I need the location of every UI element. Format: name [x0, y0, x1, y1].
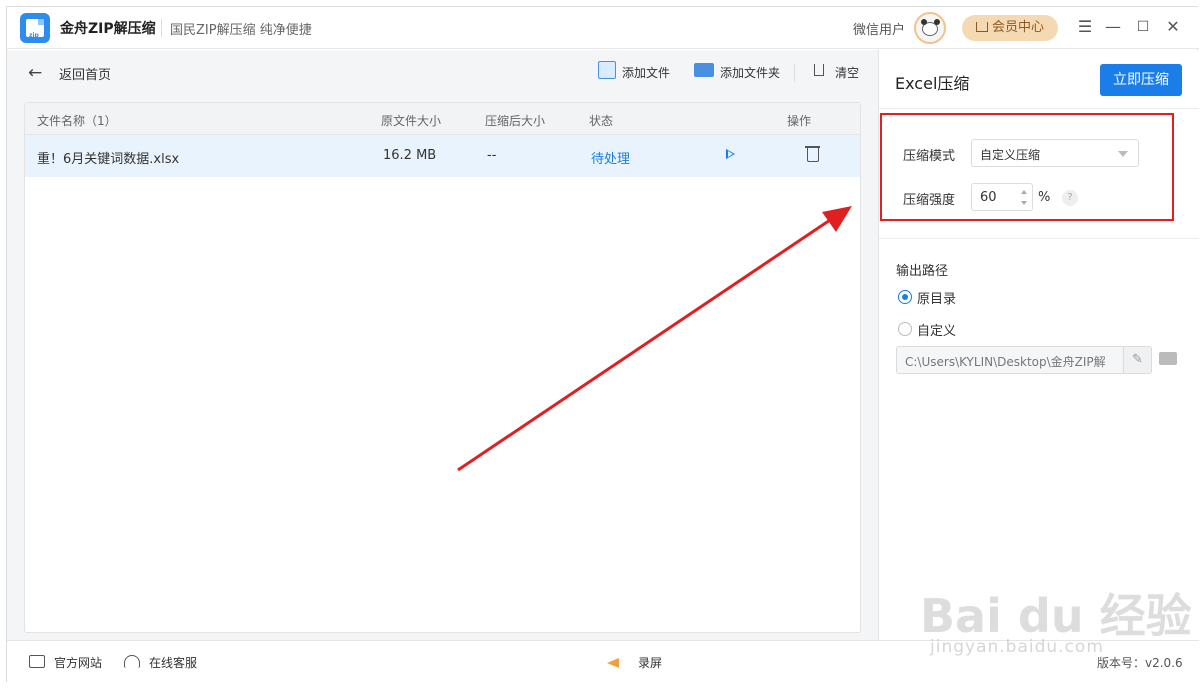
radio-original-dir[interactable] — [898, 290, 912, 304]
header-status: 状态 — [589, 114, 614, 128]
avatar[interactable] — [914, 12, 946, 44]
output-path-value: C:\Users\KYLIN\Desktop\金舟ZIP解 — [905, 355, 1106, 369]
output-path-field[interactable]: C:\Users\KYLIN\Desktop\金舟ZIP解 ✎ — [896, 346, 1152, 374]
output-path-label: 输出路径 — [896, 264, 949, 279]
maximize-icon[interactable]: ☐ — [1134, 18, 1152, 36]
strength-stepper[interactable]: 60 — [971, 183, 1033, 211]
app-slogan: 国民ZIP解压缩 纯净便捷 — [170, 23, 312, 38]
header-original-size: 原文件大小 — [381, 114, 442, 128]
table-header: 文件名称（1） 原文件大小 压缩后大小 状态 操作 — [25, 103, 860, 135]
compress-mode-value: 自定义压缩 — [980, 148, 1041, 162]
title-divider — [161, 19, 162, 37]
clear-trash-icon[interactable] — [814, 64, 824, 76]
table-row[interactable]: 重！6月关键词数据.xlsx 16.2 MB -- 待处理 — [25, 135, 860, 177]
header-actions: 操作 — [787, 114, 812, 128]
folder-icon[interactable] — [1159, 352, 1177, 365]
panel-title: Excel压缩 — [895, 74, 970, 93]
official-website-link[interactable]: 官方网站 — [54, 654, 102, 671]
watermark-url: jingyan.baidu.com — [930, 637, 1104, 657]
app-name: 金舟ZIP解压缩 — [60, 21, 156, 37]
add-folder-icon[interactable] — [694, 63, 714, 77]
version-label: 版本号：v2.0.6 — [1097, 656, 1183, 670]
file-list-panel: ← 返回首页 添加文件 添加文件夹 清空 文件名称（1） 原文件大小 压缩后大小… — [7, 50, 878, 640]
app-logo-icon: zip — [20, 13, 50, 43]
header-filename: 文件名称（1） — [37, 114, 117, 128]
chevron-down-icon — [1118, 151, 1128, 157]
headset-icon[interactable] — [124, 655, 140, 668]
strength-label: 压缩强度 — [903, 193, 956, 208]
increment-icon[interactable] — [1021, 190, 1027, 194]
file-name: 重！6月关键词数据.xlsx — [37, 152, 180, 167]
vip-center-button[interactable]: 会员中心 — [962, 15, 1058, 41]
add-file-icon[interactable] — [598, 61, 616, 79]
original-size: 16.2 MB — [383, 148, 437, 163]
username[interactable]: 微信用户 — [853, 19, 905, 38]
header-compressed-size: 压缩后大小 — [485, 114, 546, 128]
menu-icon[interactable]: ☰ — [1076, 18, 1094, 36]
radio-original-label[interactable]: 原目录 — [917, 288, 956, 307]
title-bar: zip 金舟ZIP解压缩 国民ZIP解压缩 纯净便捷 微信用户 会员中心 ☰ —… — [7, 7, 1199, 49]
mode-label: 压缩模式 — [903, 149, 956, 164]
add-folder-button[interactable]: 添加文件夹 — [720, 64, 780, 81]
vip-center-label: 会员中心 — [991, 20, 1044, 35]
percent-unit: % — [1038, 190, 1051, 205]
back-arrow-icon[interactable]: ← — [28, 63, 42, 83]
megaphone-icon[interactable] — [607, 655, 625, 669]
online-service-link[interactable]: 在线客服 — [149, 654, 197, 671]
file-table: 文件名称（1） 原文件大小 压缩后大小 状态 操作 重！6月关键词数据.xlsx… — [24, 102, 861, 633]
strength-value: 60 — [980, 190, 997, 205]
help-icon[interactable]: ? — [1062, 190, 1078, 206]
toolbar-divider — [794, 64, 795, 82]
status-badge: 待处理 — [591, 152, 631, 167]
crown-icon — [975, 22, 988, 32]
radio-custom-label[interactable]: 自定义 — [917, 320, 956, 339]
back-home-button[interactable]: 返回首页 — [59, 64, 111, 83]
decrement-icon[interactable] — [1021, 201, 1027, 205]
toolbar: ← 返回首页 添加文件 添加文件夹 清空 — [24, 50, 861, 96]
settings-panel: Excel压缩 立即压缩 压缩模式 自定义压缩 压缩强度 60 % ? 输出路径… — [878, 50, 1199, 640]
website-icon[interactable] — [29, 655, 45, 668]
compress-now-button[interactable]: 立即压缩 — [1100, 64, 1182, 96]
divider — [879, 108, 1199, 109]
radio-custom-dir[interactable] — [898, 322, 912, 336]
close-icon[interactable]: ✕ — [1164, 18, 1182, 36]
compressed-size: -- — [487, 148, 497, 163]
clear-button[interactable]: 清空 — [835, 64, 859, 81]
delete-row-icon[interactable] — [805, 146, 820, 162]
compress-mode-select[interactable]: 自定义压缩 — [971, 139, 1139, 167]
play-icon[interactable] — [726, 149, 735, 159]
add-file-button[interactable]: 添加文件 — [622, 64, 670, 81]
edit-icon[interactable]: ✎ — [1123, 347, 1151, 373]
screen-record-link[interactable]: 录屏 — [638, 654, 662, 671]
minimize-icon[interactable]: — — [1104, 18, 1122, 36]
divider — [879, 238, 1199, 239]
